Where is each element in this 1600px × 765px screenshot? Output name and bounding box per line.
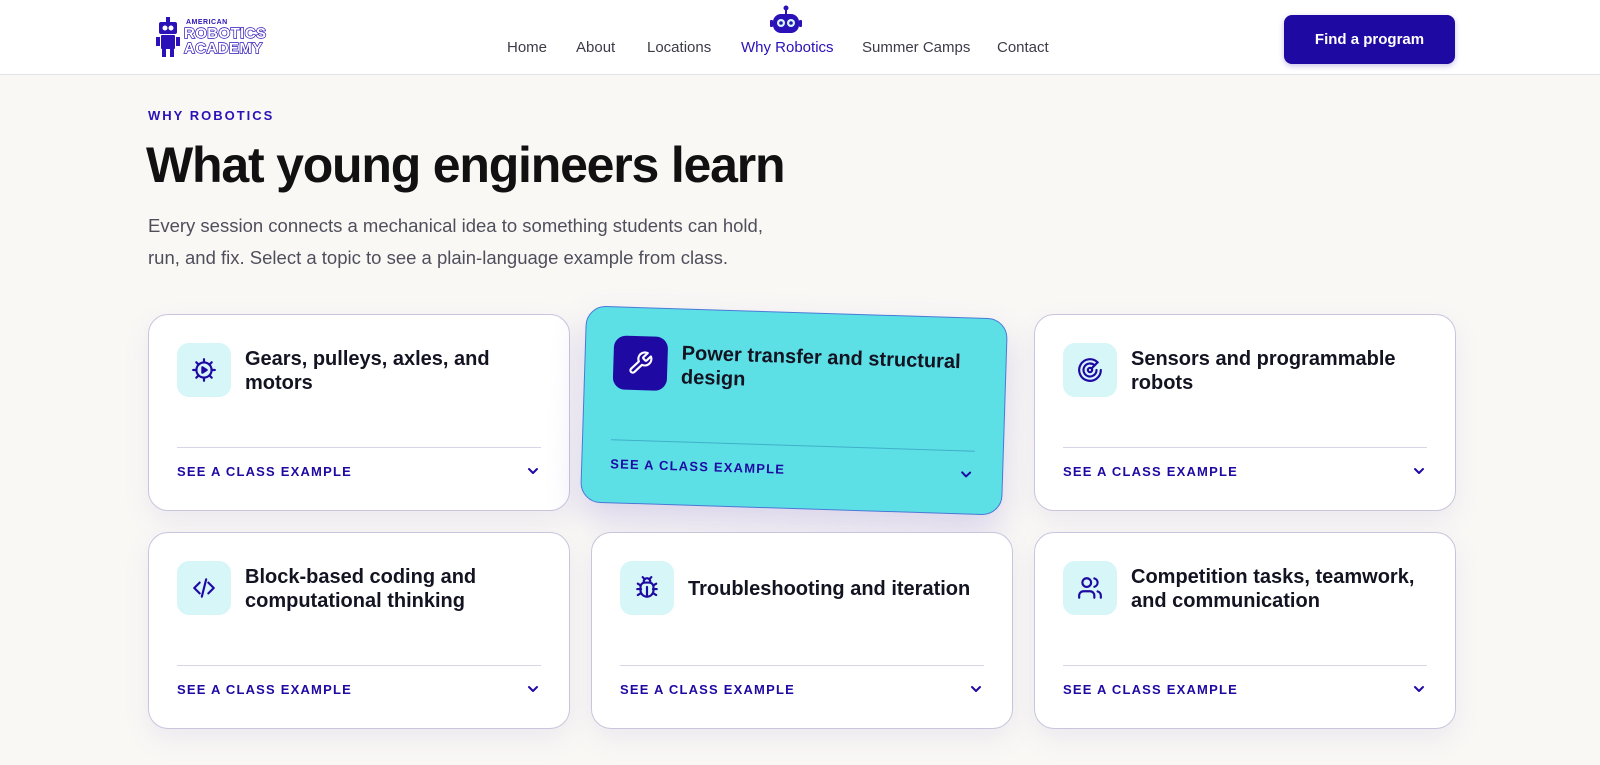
card-divider: [1063, 665, 1427, 666]
nav-item-contact[interactable]: Contact: [997, 39, 1049, 56]
card-icon-tile: [620, 561, 674, 615]
users-icon: [1078, 577, 1102, 599]
gear-play-icon: [192, 358, 216, 382]
card-icon-tile: [177, 561, 231, 615]
chevron-down-icon: [1414, 686, 1424, 692]
chevron-down-icon: [961, 471, 972, 478]
card-title: Competition tasks, teamwork, and communi…: [1131, 566, 1415, 612]
intro-description: Every session connects a mechanical idea…: [148, 215, 763, 268]
card-icon-tile: [612, 335, 669, 391]
card-title: Sensors and programmable robots: [1131, 348, 1396, 394]
site-header: AMERICAN ROBOTICS ACADEMY Home About Loc…: [0, 0, 1600, 75]
card-divider: [177, 447, 541, 448]
card-divider: [620, 665, 984, 666]
card-toggle[interactable]: SEE A CLASS EXAMPLE: [177, 677, 541, 701]
card-divider: [610, 439, 975, 452]
card-title: Block-based coding and computational thi…: [245, 566, 477, 612]
wrench-icon: [629, 351, 653, 374]
card-icon-tile: [1063, 343, 1117, 397]
class-example-link: SEE A CLASS EXAMPLE: [620, 681, 795, 697]
class-example-link: SEE A CLASS EXAMPLE: [610, 455, 786, 477]
topic-card-power-transfer[interactable]: Power transfer and structural design SEE…: [580, 305, 1008, 516]
topic-card-competition[interactable]: Competition tasks, teamwork, and communi…: [1034, 532, 1456, 729]
chevron-down-icon: [971, 686, 981, 692]
class-example-link: SEE A CLASS EXAMPLE: [177, 463, 352, 479]
nav-item-summer-camps[interactable]: Summer Camps: [862, 39, 970, 56]
class-example-link: SEE A CLASS EXAMPLE: [1063, 681, 1238, 697]
card-divider: [1063, 447, 1427, 448]
topic-card-gears[interactable]: Gears, pulleys, axles, and motors SEE A …: [148, 314, 570, 511]
chevron-down-icon: [528, 686, 538, 692]
card-icon-tile: [177, 343, 231, 397]
card-toggle[interactable]: SEE A CLASS EXAMPLE: [620, 677, 984, 701]
card-toggle[interactable]: SEE A CLASS EXAMPLE: [1063, 459, 1427, 483]
section-eyebrow: WHY ROBOTICS: [148, 108, 275, 123]
nav-item-about[interactable]: About: [576, 39, 615, 56]
radar-icon: [1078, 358, 1102, 382]
card-toggle[interactable]: SEE A CLASS EXAMPLE: [177, 459, 541, 483]
bug-icon: [636, 576, 658, 598]
find-program-button[interactable]: Find a program: [1284, 15, 1455, 64]
card-divider: [177, 665, 541, 666]
nav-item-home[interactable]: Home: [507, 39, 547, 56]
topic-card-troubleshooting[interactable]: Troubleshooting and iteration SEE A CLAS…: [591, 532, 1013, 729]
card-toggle[interactable]: SEE A CLASS EXAMPLE: [610, 451, 975, 486]
class-example-link: SEE A CLASS EXAMPLE: [177, 681, 352, 697]
card-title: Power transfer and structural design: [680, 342, 961, 391]
chevron-down-icon: [528, 468, 538, 474]
card-icon-tile: [1063, 561, 1117, 615]
nav-item-why-robotics[interactable]: Why Robotics: [741, 39, 834, 56]
nav-item-locations[interactable]: Locations: [647, 39, 711, 56]
robot-head-icon: [770, 5, 802, 33]
card-title: Gears, pulleys, axles, and motors: [245, 348, 490, 394]
class-example-link: SEE A CLASS EXAMPLE: [1063, 463, 1238, 479]
topic-card-coding[interactable]: Block-based coding and computational thi…: [148, 532, 570, 729]
card-title: Troubleshooting and iteration: [688, 578, 971, 600]
code-icon: [193, 578, 215, 598]
page-title: What young engineers learn: [146, 137, 786, 193]
chevron-down-icon: [1414, 468, 1424, 474]
card-toggle[interactable]: SEE A CLASS EXAMPLE: [1063, 677, 1427, 701]
topic-card-sensors[interactable]: Sensors and programmable robots SEE A CL…: [1034, 314, 1456, 511]
